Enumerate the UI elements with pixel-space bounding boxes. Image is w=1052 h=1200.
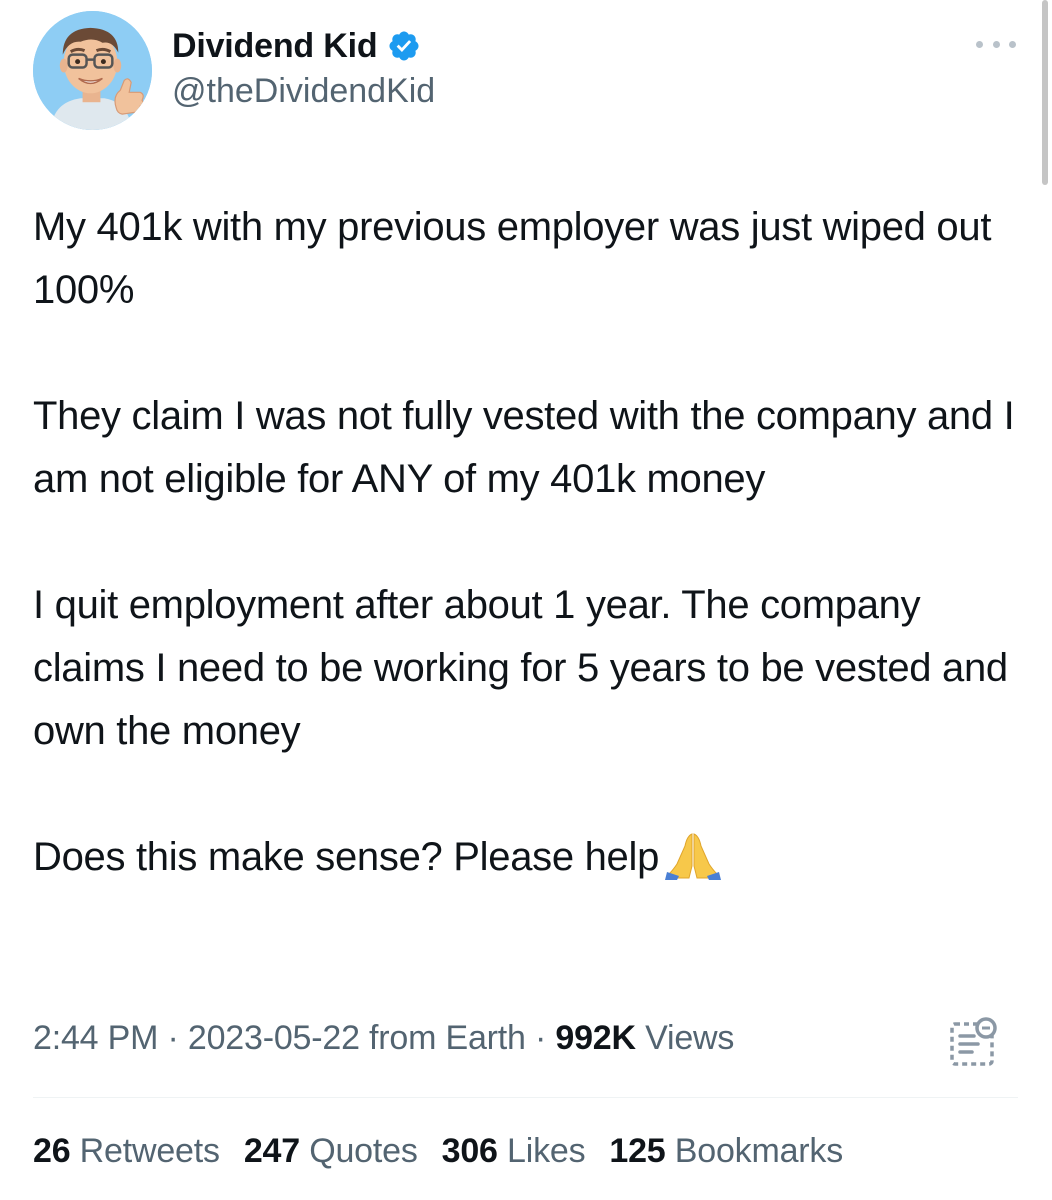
avatar[interactable] (33, 11, 152, 130)
more-dot (976, 40, 983, 48)
folded-hands-emoji-icon (665, 830, 722, 880)
quotes-count: 247 (243, 1132, 300, 1170)
tweet-paragraph: I quit employment after about 1 year. Th… (33, 583, 1008, 753)
views-count: 992K (555, 1019, 636, 1057)
views-label: Views (645, 1019, 735, 1057)
retweets-stat[interactable]: 26 Retweets (33, 1132, 220, 1171)
tweet-time[interactable]: 2:44 PM (33, 1019, 158, 1057)
meta-separator: · (158, 1019, 188, 1057)
tweet-source: from Earth (369, 1019, 526, 1057)
view-analytics-icon[interactable] (948, 1016, 998, 1068)
engagement-stats: 26 Retweets 247 Quotes 306 Likes 125 Boo… (33, 1132, 843, 1171)
memoji-avatar-icon (33, 11, 152, 130)
bookmarks-label: Bookmarks (674, 1132, 844, 1170)
more-dot (992, 40, 1000, 48)
bookmarks-count: 125 (609, 1132, 666, 1170)
retweets-label: Retweets (79, 1132, 220, 1170)
likes-stat[interactable]: 306 Likes (442, 1132, 586, 1171)
author-name-row[interactable]: Dividend Kid (172, 24, 421, 68)
tweet-text: My 401k with my previous employer was ju… (33, 196, 1018, 889)
scrollbar[interactable] (1042, 0, 1048, 185)
author-display-name[interactable]: Dividend Kid (172, 27, 378, 66)
retweets-count: 26 (33, 1132, 71, 1170)
tweet-paragraph: They claim I was not fully vested with t… (33, 394, 1015, 501)
more-options-icon[interactable] (976, 32, 1016, 56)
tweet-paragraph: Does this make sense? Please help (33, 835, 660, 879)
likes-label: Likes (507, 1132, 586, 1170)
bookmarks-stat[interactable]: 125 Bookmarks (609, 1132, 843, 1171)
tweet-paragraph-last: Does this make sense? Please help (33, 826, 1018, 889)
tweet-meta: 2:44 PM · 2023-05-22 from Earth · 992K V… (33, 1019, 734, 1058)
verified-badge-icon[interactable] (387, 29, 421, 63)
author-handle[interactable]: @theDividendKid (172, 72, 435, 111)
tweet-date[interactable]: 2023-05-22 (188, 1019, 360, 1057)
tweet-paragraph: My 401k with my previous employer was ju… (33, 205, 992, 312)
more-dot (1009, 40, 1016, 48)
quotes-stat[interactable]: 247 Quotes (244, 1132, 418, 1171)
meta-separator: · (525, 1019, 556, 1057)
divider (33, 1097, 1018, 1098)
quotes-label: Quotes (309, 1132, 418, 1170)
likes-count: 306 (441, 1132, 498, 1170)
